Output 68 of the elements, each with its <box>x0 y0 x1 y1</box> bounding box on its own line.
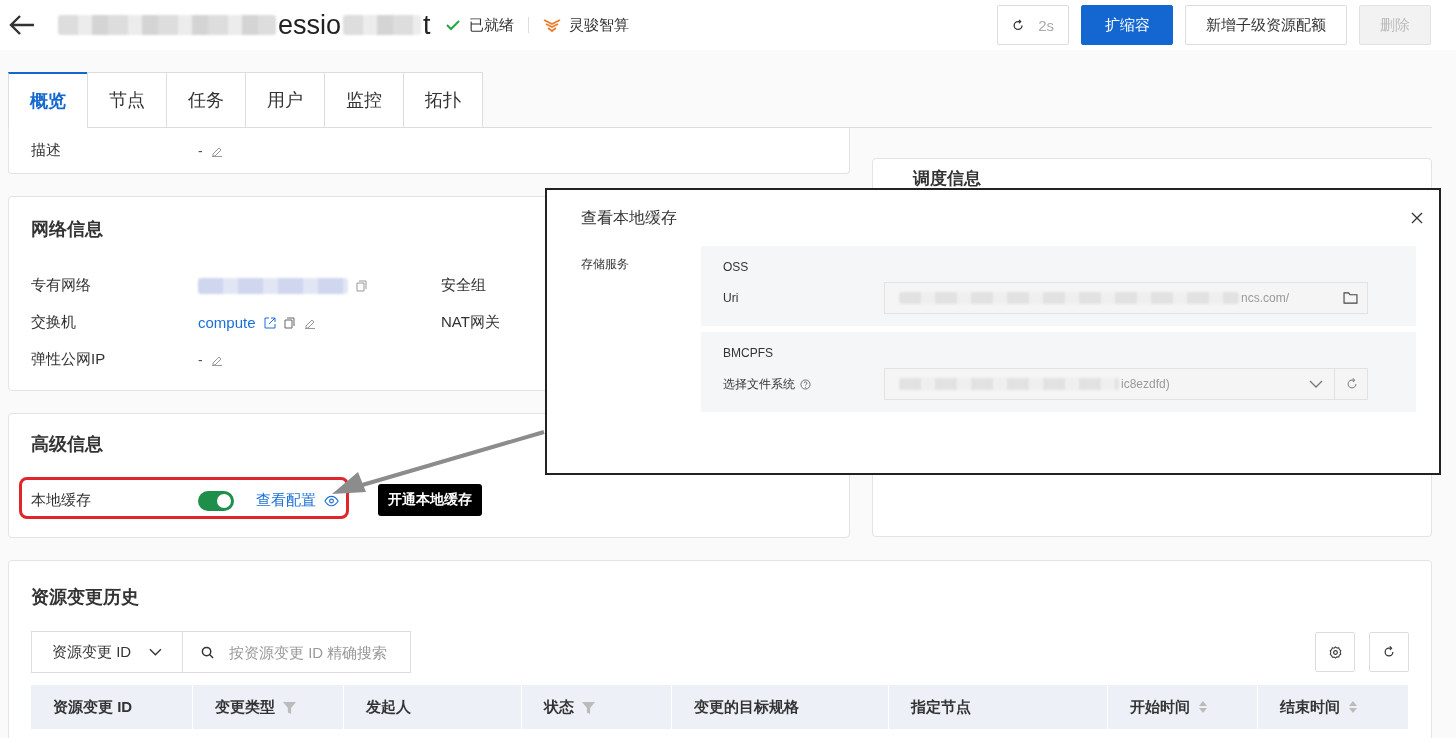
copy-icon[interactable] <box>283 316 296 329</box>
action-button[interactable]: 新增子级资源配额 <box>1185 5 1347 45</box>
section-title: 调度信息 <box>913 168 981 187</box>
section-title: 网络信息 <box>31 218 103 241</box>
field-value: - <box>198 351 203 368</box>
tab[interactable]: 任务 <box>166 72 246 127</box>
product-logo-icon <box>542 18 561 32</box>
page-title: essio <box>278 9 342 41</box>
gear-icon <box>1328 645 1342 659</box>
column-header: 状态 <box>544 697 574 717</box>
toggle-switch[interactable] <box>198 490 234 511</box>
refresh-icon <box>1012 18 1025 32</box>
product-label: 灵骏智算 <box>568 15 629 35</box>
storage-name: OSS <box>723 260 750 274</box>
tab[interactable]: 节点 <box>87 72 167 127</box>
page-title: t <box>423 9 431 41</box>
external-link-icon[interactable] <box>263 316 276 329</box>
field-label: 专有网络 <box>31 276 92 295</box>
filter-dropdown[interactable]: 资源变更 ID <box>31 631 183 673</box>
sort-icon[interactable] <box>1348 700 1358 714</box>
sort-icon[interactable] <box>1198 700 1208 714</box>
tab[interactable]: 拓扑 <box>403 72 483 127</box>
column-header: 变更类型 <box>215 697 275 717</box>
filter-icon[interactable] <box>582 700 595 714</box>
field-label: Uri <box>723 291 739 305</box>
chevron-down-icon <box>149 648 162 656</box>
field-label: 交换机 <box>31 313 77 332</box>
refresh-icon <box>1383 646 1395 658</box>
back-arrow-icon[interactable] <box>8 13 36 37</box>
field-value: ncs.com/ <box>1241 291 1289 305</box>
column-header: 资源变更 ID <box>53 697 133 717</box>
dialog-title: 查看本地缓存 <box>581 207 677 228</box>
eye-icon[interactable] <box>324 494 339 507</box>
tab[interactable]: 监控 <box>324 72 404 127</box>
column-header: 开始时间 <box>1130 697 1190 717</box>
tab[interactable]: 概览 <box>8 72 88 128</box>
storage-name: BMCPFS <box>723 346 774 360</box>
folder-icon[interactable] <box>1343 292 1358 304</box>
chevron-down-icon <box>1309 380 1323 388</box>
filter-icon[interactable] <box>283 700 296 714</box>
section-title: 资源变更历史 <box>31 586 139 609</box>
field-label: 存储服务 <box>581 256 630 273</box>
field-label: 选择文件系统 <box>723 375 795 393</box>
switch-link[interactable]: compute <box>198 314 256 331</box>
column-header: 变更的目标规格 <box>694 697 799 717</box>
section-title: 高级信息 <box>31 433 103 456</box>
column-header: 发起人 <box>366 697 411 717</box>
field-label: 弹性公网IP <box>31 350 107 369</box>
field-label: 描述 <box>31 141 62 160</box>
tab[interactable]: 用户 <box>245 72 325 127</box>
field-label: 本地缓存 <box>31 491 92 510</box>
column-header: 结束时间 <box>1280 697 1340 717</box>
refresh-button[interactable] <box>1369 632 1409 672</box>
search-field[interactable]: 按资源变更 ID 精确搜索 <box>183 631 411 673</box>
close-icon[interactable] <box>1411 212 1423 224</box>
callout-label: 开通本地缓存 <box>378 484 482 516</box>
field-label: NAT网关 <box>441 313 501 332</box>
column-header: 指定节点 <box>911 697 971 717</box>
check-icon <box>444 17 461 33</box>
refresh-icon[interactable] <box>1346 378 1358 390</box>
field-value: - <box>198 142 203 159</box>
help-icon[interactable] <box>800 378 811 390</box>
copy-icon[interactable] <box>356 279 368 292</box>
view-config-link[interactable]: 查看配置 <box>256 491 316 510</box>
action-button[interactable]: 扩缩容 <box>1081 5 1173 45</box>
field-label: 安全组 <box>441 276 487 295</box>
settings-button[interactable] <box>1315 632 1355 672</box>
status-text: 已就绪 <box>468 15 514 35</box>
